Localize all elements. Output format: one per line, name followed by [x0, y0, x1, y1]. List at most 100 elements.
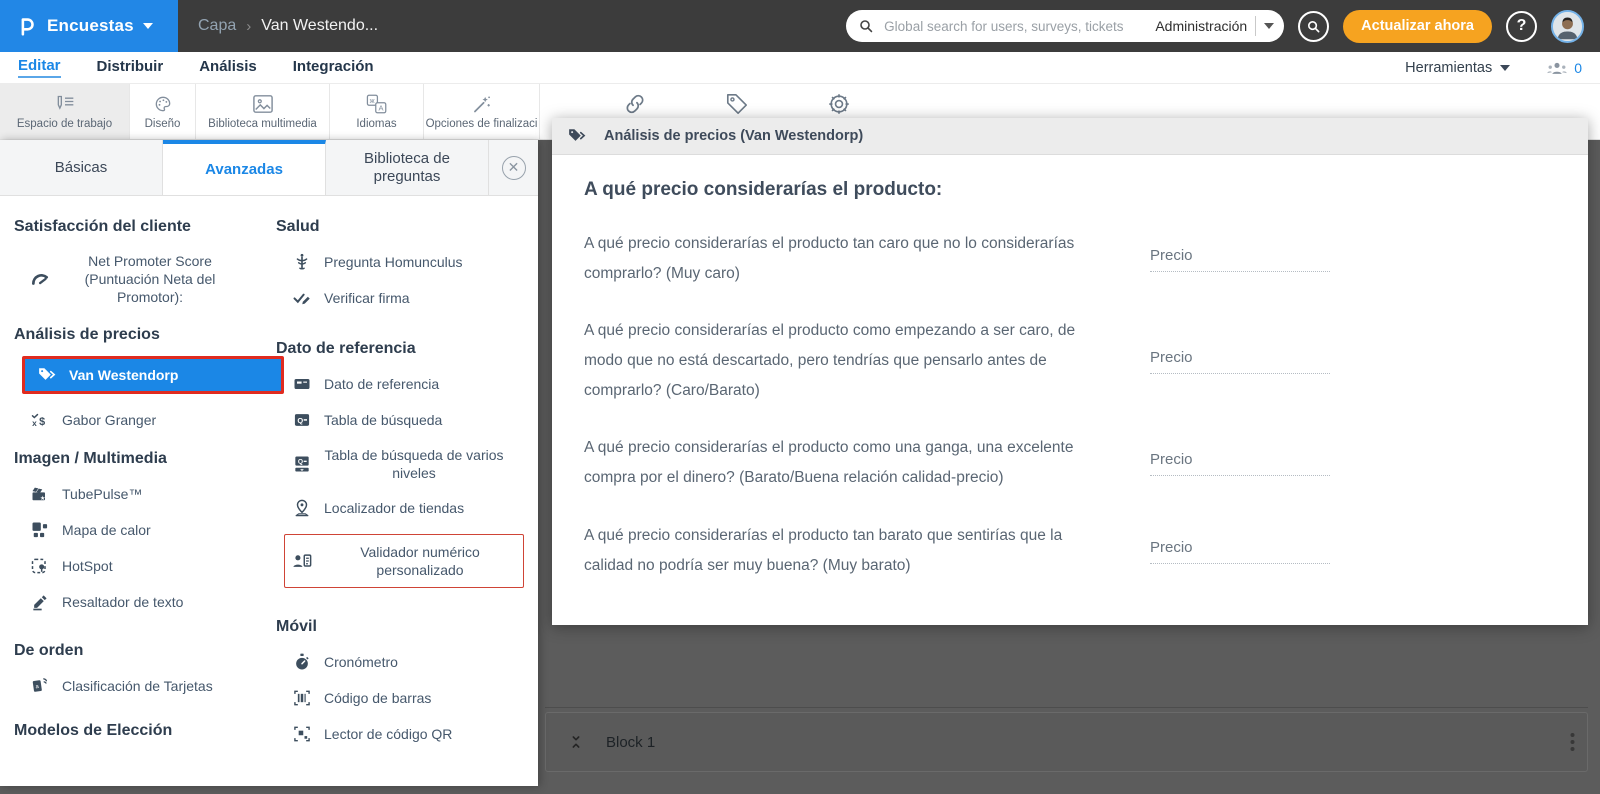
sidebar-item-cronometro[interactable]: Cronómetro [292, 652, 538, 672]
question-type-title: Análisis de precios (Van Westendorp) [604, 128, 864, 144]
questionpro-logo-icon [16, 14, 38, 38]
divider [1255, 16, 1257, 36]
sidebar-tabs: Básicas Avanzadas Biblioteca de pregunta… [0, 140, 538, 196]
gear-icon[interactable] [826, 91, 852, 117]
toolbar-tab-biblioteca-multimedia[interactable]: Biblioteca multimedia [196, 84, 330, 139]
breadcrumb-parent[interactable]: Capa [198, 17, 236, 35]
tab-avanzadas[interactable]: Avanzadas [163, 140, 326, 195]
section-title: Salud [276, 218, 320, 235]
price-input-muy-caro[interactable] [1150, 246, 1330, 272]
reference-card-icon [292, 374, 312, 394]
tools-dropdown[interactable]: Herramientas [1405, 60, 1511, 76]
close-icon: ✕ [501, 155, 526, 180]
question-row: A qué precio considerarías el producto c… [584, 433, 1556, 493]
block-name: Block 1 [606, 733, 656, 751]
sidebar-item-nps[interactable]: Net Promoter Score (Puntuación Neta del … [30, 252, 266, 306]
toolbar-tab-opciones-finalizacion[interactable]: Opciones de finalizaci [424, 84, 540, 139]
tools-label: Herramientas [1405, 60, 1493, 76]
section-title: Modelos de Elección [14, 722, 173, 739]
search-scope-label: Administración [1155, 18, 1248, 34]
sidebar-item-mapa-de-calor[interactable]: Mapa de calor [30, 520, 266, 540]
sidebar-item-gabor-granger[interactable]: x $ Gabor Granger [30, 410, 266, 430]
close-sidebar-button[interactable]: ✕ [489, 140, 538, 195]
signature-check-icon [292, 288, 312, 308]
sidebar-item-validador-numerico[interactable]: Validador numérico personalizado [284, 534, 524, 588]
search-icon [858, 18, 874, 34]
sidebar-item-tabla-busqueda-niveles[interactable]: Q Tabla de búsqueda de varios niveles [292, 446, 538, 482]
qr-icon [292, 724, 312, 744]
sidebar-column-1: Satisfacción del cliente Net Promoter Sc… [0, 196, 284, 760]
breadcrumb-separator: › [246, 17, 252, 35]
user-avatar[interactable] [1551, 9, 1584, 43]
price-input-ganga[interactable] [1150, 450, 1330, 476]
breadcrumb-current: Van Westendo... [261, 17, 379, 34]
svg-text:Q: Q [297, 416, 303, 425]
link-icon[interactable] [622, 91, 648, 117]
chevron-down-icon [142, 23, 153, 29]
sidebar-item-lector-qr[interactable]: Lector de código QR [292, 724, 538, 744]
tag-icon[interactable] [724, 91, 750, 117]
tab-analisis[interactable]: Análisis [199, 58, 257, 77]
sidebar-item-pregunta-homunculus[interactable]: Pregunta Homunculus [292, 252, 538, 272]
hotspot-icon [30, 556, 50, 576]
tag-icon [37, 366, 57, 384]
sidebar-item-resaltador[interactable]: Resaltador de texto [30, 592, 266, 612]
main-menu: Editar Distribuir Análisis Integración H… [0, 52, 1600, 84]
svg-text:x: x [32, 418, 37, 428]
question-panel-header: Análisis de precios (Van Westendorp) [552, 118, 1588, 155]
question-text-caro-barato[interactable]: A qué precio considerarías el producto c… [584, 316, 1089, 406]
question-row: A qué precio considerarías el producto t… [584, 521, 1556, 581]
sidebar-item-codigo-de-barras[interactable]: Código de barras [292, 688, 538, 708]
product-name: Encuestas [47, 16, 134, 35]
question-mark-icon: ? [1516, 17, 1527, 34]
tab-biblioteca-preguntas[interactable]: Biblioteca de preguntas [326, 140, 489, 195]
toolbar-tab-idiomas[interactable]: жA Idiomas [330, 84, 424, 139]
product-switcher[interactable]: Encuestas [0, 0, 178, 52]
sidebar-item-tabla-de-busqueda[interactable]: Q Tabla de búsqueda [292, 410, 538, 430]
price-input-caro-barato[interactable] [1150, 348, 1330, 374]
sidebar-item-hotspot[interactable]: HotSpot [30, 556, 266, 576]
update-now-button[interactable]: Actualizar ahora [1343, 9, 1492, 43]
sidebar-item-dato-de-referencia[interactable]: Dato de referencia [292, 374, 538, 394]
highlighter-icon [30, 592, 50, 612]
sidebar-item-localizador-tiendas[interactable]: Localizador de tiendas [292, 498, 538, 518]
search-input[interactable] [882, 17, 1156, 35]
search-scope-dropdown[interactable]: Administración [1155, 16, 1275, 36]
tab-integracion[interactable]: Integración [293, 58, 374, 77]
question-text-muy-barato[interactable]: A qué precio considerarías el producto t… [584, 521, 1089, 581]
people-icon [1546, 60, 1568, 76]
tab-distribuir[interactable]: Distribuir [97, 58, 164, 77]
sidebar-item-tubepulse[interactable]: ★ TubePulse™ [30, 484, 266, 504]
lookup-table-icon: Q [292, 410, 312, 430]
chevron-down-icon [1500, 65, 1511, 71]
sidebar-item-clasificacion-tarjetas[interactable]: a Clasificación de Tarjetas [30, 676, 266, 696]
tab-basicas[interactable]: Básicas [0, 140, 163, 195]
search-button[interactable] [1298, 10, 1330, 42]
section-title: Móvil [276, 618, 317, 635]
caduceus-icon [292, 252, 312, 272]
price-input-muy-barato[interactable] [1150, 538, 1330, 564]
numeric-validator-icon [291, 551, 313, 571]
svg-text:ж: ж [369, 96, 374, 105]
block-bar[interactable]: Block 1 [545, 712, 1588, 772]
price-check-icon: x $ [30, 410, 50, 430]
section-title: Análisis de precios [14, 326, 160, 343]
question-panel-body: A qué precio considerarías el producto: … [552, 179, 1588, 581]
collaborators-button[interactable]: 0 [1546, 60, 1582, 76]
sidebar-item-van-westendorp[interactable]: Van Westendorp [22, 356, 284, 394]
question-text-muy-caro[interactable]: A qué precio considerarías el producto t… [584, 229, 1089, 289]
svg-text:A: A [378, 103, 383, 112]
stopwatch-icon [292, 652, 312, 672]
question-types-sidebar: Básicas Avanzadas Biblioteca de pregunta… [0, 140, 538, 786]
question-text-ganga[interactable]: A qué precio considerarías el producto c… [584, 433, 1089, 493]
toolbar-tab-diseno[interactable]: Diseño [130, 84, 196, 139]
global-search[interactable]: Administración [846, 10, 1285, 42]
sidebar-item-verificar-firma[interactable]: Verificar firma [292, 288, 538, 308]
question-title[interactable]: A qué precio considerarías el producto: [584, 179, 1556, 201]
collapse-icon[interactable] [568, 732, 584, 752]
toolbar-tab-espacio-de-trabajo[interactable]: Espacio de trabajo [0, 84, 130, 139]
kebab-menu-icon[interactable] [1570, 732, 1575, 752]
tag-icon [566, 127, 588, 145]
help-button[interactable]: ? [1506, 10, 1537, 42]
tab-editar[interactable]: Editar [18, 57, 61, 78]
